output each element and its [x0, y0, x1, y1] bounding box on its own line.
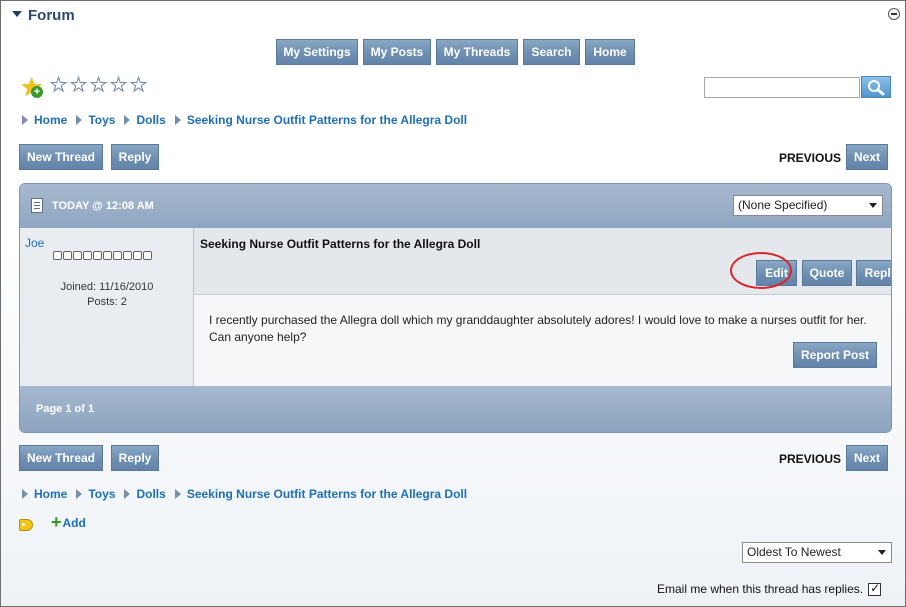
breadcrumb-arrow-icon [124, 115, 131, 125]
post-panel: TODAY @ 12:08 AM (None Specified) Joe Jo… [19, 183, 892, 433]
sort-order-select[interactable]: Oldest To Newest [742, 542, 892, 563]
breadcrumb-toys[interactable]: Toys [88, 113, 115, 127]
rating-star-icon[interactable]: ★ [69, 75, 87, 96]
breadcrumb-thread[interactable]: Seeking Nurse Outfit Patterns for the Al… [187, 487, 467, 501]
search-submit-button[interactable] [861, 76, 891, 98]
collapse-arrow-icon[interactable] [12, 11, 22, 17]
my-posts-button[interactable]: My Posts [363, 39, 431, 65]
reply-button[interactable]: Reply [111, 144, 159, 170]
chevron-down-icon [878, 550, 886, 555]
plus-icon: + [51, 512, 62, 532]
breadcrumb-thread[interactable]: Seeking Nurse Outfit Patterns for the Al… [187, 113, 467, 127]
mood-select-value: (None Specified) [738, 198, 828, 212]
mood-select[interactable]: (None Specified) [733, 195, 883, 216]
email-subscribe: Email me when this thread has replies. [657, 581, 882, 596]
breadcrumb-dolls[interactable]: Dolls [136, 113, 165, 127]
page-indicator: Page 1 of 1 [36, 403, 95, 415]
edit-highlight-circle [730, 252, 792, 289]
tag-icon [19, 519, 33, 531]
reply-button[interactable]: Reply [111, 445, 159, 471]
breadcrumb-arrow-icon [76, 489, 83, 499]
post-footer: Page 1 of 1 [20, 386, 891, 432]
breadcrumb: Home Toys Dolls Seeking Nurse Outfit Pat… [22, 112, 476, 128]
minimize-icon[interactable] [888, 8, 900, 20]
document-icon [31, 198, 43, 213]
new-thread-button[interactable]: New Thread [19, 445, 103, 471]
email-subscribe-label: Email me when this thread has replies. [657, 582, 864, 596]
search-input[interactable] [704, 77, 860, 98]
post-date: TODAY @ 12:08 AM [52, 200, 154, 212]
my-threads-button[interactable]: My Threads [436, 39, 518, 65]
author-rank [53, 251, 152, 260]
post-title: Seeking Nurse Outfit Patterns for the Al… [200, 237, 481, 251]
magnifier-icon [868, 80, 885, 96]
breadcrumb-dolls[interactable]: Dolls [136, 487, 165, 501]
breadcrumb-arrow-icon [174, 115, 181, 125]
forum-window: Forum My Settings My Posts My Threads Se… [0, 0, 906, 607]
rating-star-icon[interactable]: ★ [129, 75, 147, 96]
add-tag-link[interactable]: + Add [51, 512, 86, 532]
post-body: I recently purchased the Allegra doll wh… [194, 295, 891, 387]
breadcrumb: Home Toys Dolls Seeking Nurse Outfit Pat… [22, 486, 476, 502]
breadcrumb-arrow-icon [76, 115, 83, 125]
breadcrumb-toys[interactable]: Toys [88, 487, 115, 501]
previous-link[interactable]: PREVIOUS [779, 151, 841, 165]
breadcrumb-arrow-icon [22, 115, 28, 125]
new-thread-button[interactable]: New Thread [19, 144, 103, 170]
author-name[interactable]: Joe [25, 236, 44, 250]
quote-button[interactable]: Quote [802, 260, 852, 286]
post-header: TODAY @ 12:08 AM (None Specified) [20, 184, 891, 228]
home-button[interactable]: Home [585, 39, 635, 65]
chevron-down-icon [869, 203, 877, 208]
add-plus-icon: + [31, 86, 43, 98]
author-joined: Joined: 11/16/2010 [60, 281, 154, 293]
post-text: I recently purchased the Allegra doll wh… [209, 313, 867, 344]
my-settings-button[interactable]: My Settings [276, 39, 358, 65]
breadcrumb-arrow-icon [22, 489, 28, 499]
breadcrumb-home[interactable]: Home [34, 113, 67, 127]
next-button[interactable]: Next [846, 144, 888, 170]
breadcrumb-arrow-icon [124, 489, 131, 499]
post-reply-button[interactable]: Reply [856, 260, 891, 286]
report-post-button[interactable]: Report Post [793, 342, 877, 368]
sort-order-value: Oldest To Newest [747, 545, 841, 559]
email-subscribe-checkbox[interactable] [868, 581, 882, 596]
add-tag-label: Add [62, 516, 86, 530]
search-button[interactable]: Search [523, 39, 580, 65]
rating-star-icon[interactable]: ★ [49, 75, 67, 96]
breadcrumb-arrow-icon [174, 489, 181, 499]
author-info: Joe Joined: 11/16/2010 Posts: 2 [20, 228, 194, 387]
next-button[interactable]: Next [846, 445, 888, 471]
rating-star-icon[interactable]: ★ [109, 75, 127, 96]
rating-star-icon[interactable]: ★ [89, 75, 107, 96]
previous-link[interactable]: PREVIOUS [779, 452, 841, 466]
breadcrumb-home[interactable]: Home [34, 487, 67, 501]
author-post-count: Posts: 2 [87, 296, 127, 308]
page-title: Forum [28, 7, 75, 24]
